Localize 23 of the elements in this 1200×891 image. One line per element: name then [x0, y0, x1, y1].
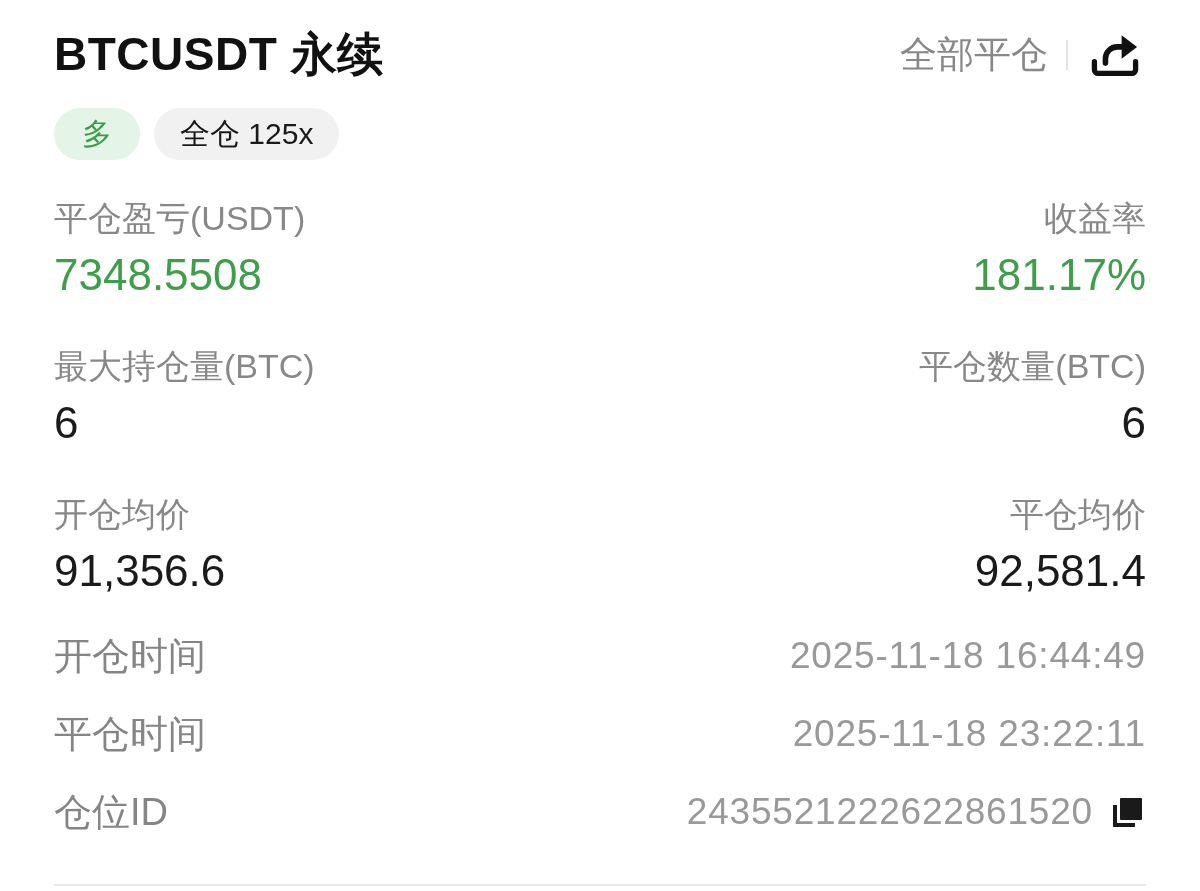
detail-value: 2435521222622861520 [686, 791, 1093, 833]
copy-icon[interactable] [1113, 797, 1142, 827]
stat-value: 181.17% [972, 250, 1146, 300]
stat-label: 平仓数量(BTC) [919, 346, 1146, 386]
stat-label: 平仓盈亏(USDT) [54, 198, 306, 238]
stat-label: 平仓均价 [1010, 494, 1146, 534]
page-title: BTCUSDT 永续 [54, 27, 384, 82]
detail-label: 仓位ID [54, 789, 168, 835]
detail-value: 2025-11-18 23:22:11 [792, 713, 1146, 755]
stat-value: 6 [54, 398, 80, 448]
stat-label: 开仓均价 [54, 494, 191, 534]
stat-value: 91,356.6 [54, 546, 226, 596]
stat-label: 最大持仓量(BTC) [54, 346, 315, 386]
stat-value: 92,581.4 [974, 546, 1146, 596]
close-all-button[interactable]: 全部平仓 [900, 30, 1048, 80]
stat-label: 收益率 [1044, 198, 1146, 238]
margin-mode-tag: 全仓 125x [154, 108, 340, 160]
detail-label: 平仓时间 [54, 711, 206, 757]
direction-tag: 多 [54, 108, 140, 160]
detail-label: 开仓时间 [54, 633, 206, 679]
stat-value: 6 [1121, 398, 1146, 448]
detail-value: 2025-11-18 16:44:49 [789, 635, 1146, 677]
stat-value: 7348.5508 [54, 250, 263, 300]
